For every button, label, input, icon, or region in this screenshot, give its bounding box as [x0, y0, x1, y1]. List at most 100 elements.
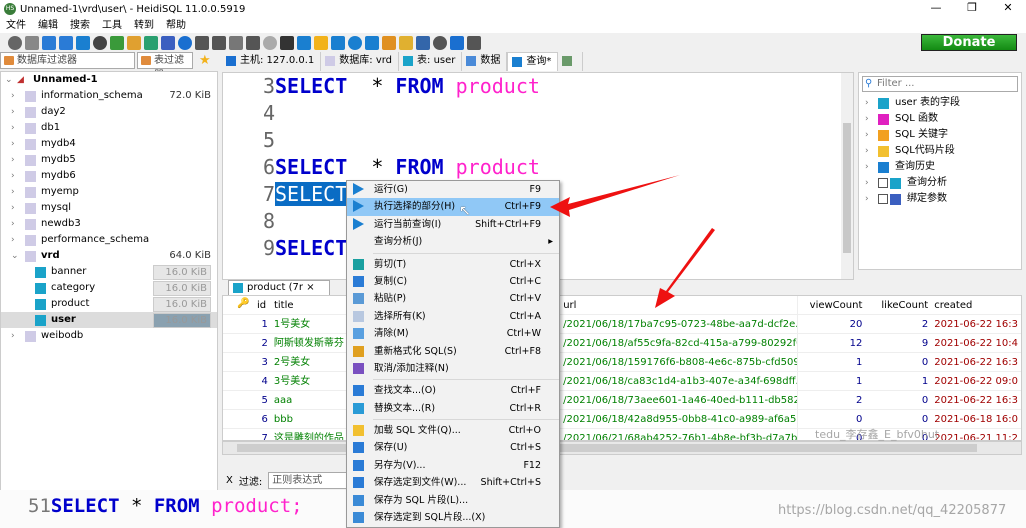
- cell[interactable]: 3: [223, 353, 271, 371]
- chevron-icon[interactable]: ›: [865, 175, 869, 191]
- table-row[interactable]: 2 阿斯顿发斯蒂芬/2021/06/18/af55c9fa-82cd-415a-a…: [223, 334, 1021, 353]
- chevron-icon[interactable]: ›: [865, 191, 869, 207]
- toolbar-button-icon[interactable]: [314, 35, 328, 50]
- editor-scrollbar[interactable]: [841, 73, 853, 279]
- tree-item[interactable]: › mydb4: [1, 136, 217, 152]
- chevron-icon[interactable]: ›: [11, 328, 15, 344]
- cell[interactable]: 2021-06-22 16:3: [931, 353, 1021, 371]
- tab-4[interactable]: 查询*: [507, 52, 559, 71]
- database-filter-input[interactable]: 数据库过滤器: [0, 52, 135, 69]
- close-button[interactable]: ✕: [990, 0, 1026, 16]
- chevron-icon[interactable]: ›: [11, 200, 15, 216]
- maximize-button[interactable]: ❐: [954, 0, 990, 16]
- toolbar-button-icon[interactable]: [161, 35, 175, 50]
- editor-line[interactable]: 4: [223, 100, 853, 127]
- tree-item[interactable]: › db1: [1, 120, 217, 136]
- chevron-icon[interactable]: ⌄: [5, 72, 13, 88]
- toolbar-button-icon[interactable]: [195, 35, 209, 50]
- tab-1[interactable]: 数据库: vrd: [321, 52, 400, 71]
- table-row[interactable]: 3 2号美女/2021/06/18/159176f6-b808-4e6c-875b…: [223, 353, 1021, 372]
- toolbar-button-icon[interactable]: [433, 35, 447, 50]
- cell[interactable]: /2021/06/18/42a8d955-0bb8-41c0-a989-af6a…: [560, 410, 796, 428]
- tab-5[interactable]: [558, 52, 584, 71]
- checkbox[interactable]: [878, 194, 888, 204]
- chevron-icon[interactable]: ›: [865, 127, 869, 143]
- tree-item[interactable]: user 16.0 KiB: [1, 312, 217, 328]
- checkbox[interactable]: [878, 178, 888, 188]
- column-header-created[interactable]: created: [931, 296, 1021, 314]
- column-header-likeCount[interactable]: likeCount: [865, 296, 931, 314]
- cell[interactable]: /2021/06/18/159176f6-b808-4e6c-875b-cfd5…: [560, 353, 796, 371]
- helper-item[interactable]: › SQL 函数: [859, 111, 1021, 127]
- cell[interactable]: 9: [865, 334, 931, 352]
- tree-item[interactable]: › mydb6: [1, 168, 217, 184]
- menu-item[interactable]: 剪切(T) Ctrl+X: [347, 256, 559, 273]
- result-tab[interactable]: product (7r × 9c): [228, 280, 330, 307]
- menu-5[interactable]: 帮助: [160, 18, 192, 33]
- grid-horizontal-scrollbar[interactable]: [222, 441, 1022, 455]
- column-header-viewCount[interactable]: viewCount: [796, 296, 866, 314]
- menu-item[interactable]: 保存选定到 SQL片段...(X): [347, 509, 559, 526]
- tree-item[interactable]: banner 16.0 KiB: [1, 264, 217, 280]
- menu-item[interactable]: 查询分析(J) ▸: [347, 233, 559, 250]
- cell[interactable]: 2021-06-22 16:3: [931, 391, 1021, 409]
- menu-item[interactable]: 保存为 SQL 片段(L)...: [347, 492, 559, 509]
- cell[interactable]: /2021/06/18/af55c9fa-82cd-415a-a799-8029…: [560, 334, 796, 352]
- chevron-icon[interactable]: ›: [11, 152, 15, 168]
- helper-item[interactable]: › 绑定参数: [859, 191, 1021, 207]
- menu-item[interactable]: 粘贴(P) Ctrl+V: [347, 290, 559, 307]
- cell[interactable]: 5: [223, 391, 271, 409]
- helper-item[interactable]: › SQL 关键字: [859, 127, 1021, 143]
- toolbar-button-icon[interactable]: [110, 35, 124, 50]
- menu-item[interactable]: 选择所有(K) Ctrl+A: [347, 308, 559, 325]
- table-filter-input[interactable]: 表过滤器: [137, 52, 193, 81]
- chevron-icon[interactable]: ›: [865, 95, 869, 111]
- cell[interactable]: 2021-06-21 11:2: [931, 429, 1021, 440]
- toolbar-button-icon[interactable]: [246, 35, 260, 50]
- helper-filter-input[interactable]: ⚲ Filter ...: [862, 76, 1018, 92]
- toolbar-button-icon[interactable]: [212, 35, 226, 50]
- chevron-icon[interactable]: ›: [11, 184, 15, 200]
- cell[interactable]: 2021-06-18 16:0: [931, 410, 1021, 428]
- toolbar-button-icon[interactable]: [450, 35, 464, 50]
- cell[interactable]: 12: [796, 334, 866, 352]
- menu-item[interactable]: 查找文本...(O) Ctrl+F: [347, 382, 559, 399]
- cell[interactable]: /2021/06/18/73aee601-1a46-40ed-b111-db58…: [560, 391, 796, 409]
- chevron-icon[interactable]: ›: [865, 111, 869, 127]
- regex-filter-input[interactable]: 正则表达式: [268, 471, 349, 489]
- chevron-icon[interactable]: ›: [11, 104, 15, 120]
- menu-1[interactable]: 编辑: [32, 18, 64, 33]
- menu-item[interactable]: 复制(C) Ctrl+C: [347, 273, 559, 290]
- cell[interactable]: 2: [223, 334, 271, 352]
- tree-item[interactable]: › mydb5: [1, 152, 217, 168]
- helper-item[interactable]: › SQL代码片段: [859, 143, 1021, 159]
- menu-item[interactable]: 另存为(V)... F12: [347, 457, 559, 474]
- cell[interactable]: 2021-06-22 10:4: [931, 334, 1021, 352]
- helper-item[interactable]: › user 表的字段: [859, 95, 1021, 111]
- chevron-icon[interactable]: ›: [865, 159, 869, 175]
- editor-line[interactable]: 6SELECT * FROM product: [223, 154, 853, 181]
- toolbar-button-icon[interactable]: [144, 35, 158, 50]
- tree-item[interactable]: › information_schema 72.0 KiB: [1, 88, 217, 104]
- chevron-icon[interactable]: ›: [11, 88, 15, 104]
- chevron-icon[interactable]: ›: [11, 216, 15, 232]
- toolbar-button-icon[interactable]: [382, 35, 396, 50]
- tree-item[interactable]: › mysql: [1, 200, 217, 216]
- menu-item[interactable]: 重新格式化 SQL(S) Ctrl+F8: [347, 343, 559, 360]
- menu-2[interactable]: 搜索: [64, 18, 96, 33]
- chevron-icon[interactable]: ›: [11, 232, 15, 248]
- tree-item[interactable]: ⌄ vrd 64.0 KiB: [1, 248, 217, 264]
- cell[interactable]: 2: [796, 391, 866, 409]
- cell[interactable]: 0: [865, 353, 931, 371]
- scrollbar-thumb[interactable]: [843, 123, 851, 253]
- donate-button[interactable]: Donate: [921, 34, 1017, 51]
- toolbar-button-icon[interactable]: [331, 35, 345, 50]
- cell[interactable]: /2021/06/21/68ab4252-76b1-4b8e-bf3b-d7a7…: [560, 429, 796, 440]
- tree-item[interactable]: › newdb3: [1, 216, 217, 232]
- toolbar-button-icon[interactable]: [229, 35, 243, 50]
- table-row[interactable]: 5 aaa/2021/06/18/73aee601-1a46-40ed-b111-…: [223, 391, 1021, 410]
- minimize-button[interactable]: —: [918, 0, 954, 16]
- star-icon[interactable]: ★: [195, 52, 211, 71]
- tab-0[interactable]: 主机: 127.0.0.1: [222, 52, 322, 71]
- tree-root[interactable]: ⌄ Unnamed-1 ◢: [1, 72, 217, 88]
